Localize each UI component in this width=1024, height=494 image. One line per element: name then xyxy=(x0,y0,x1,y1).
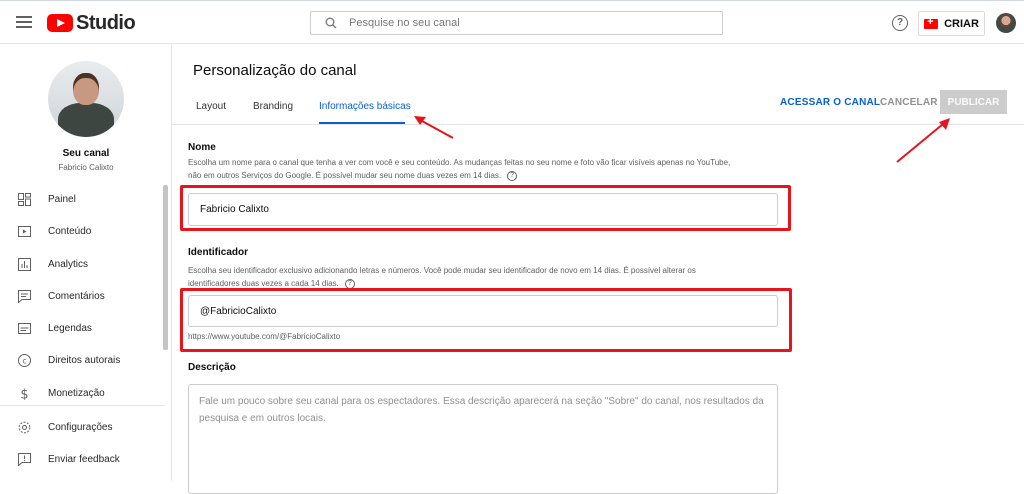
sidebar-item-label: Analytics xyxy=(48,258,89,270)
tabs-divider xyxy=(172,124,1024,125)
sidebar-item-analytics[interactable]: Analytics xyxy=(0,248,165,280)
settings-icon xyxy=(18,421,31,433)
tab-branding[interactable]: Branding xyxy=(253,101,293,112)
create-button[interactable]: CRIAR xyxy=(918,11,985,36)
analytics-icon xyxy=(18,257,31,271)
handle-description-line: Escolha seu identificador exclusivo adic… xyxy=(188,266,696,275)
sidebar-item-label: Painel xyxy=(48,193,76,205)
feedback-icon xyxy=(18,452,31,466)
youtube-logo-icon xyxy=(47,14,73,32)
description-placeholder: Fale um pouco sobre seu canal para os es… xyxy=(199,393,769,427)
search-icon xyxy=(325,17,337,29)
sidebar-item-label: Comentários xyxy=(48,290,105,302)
sidebar: Seu canal Fabricio Calixto Painel Conteú… xyxy=(0,45,172,481)
arrow-to-basic-info-tab xyxy=(414,116,454,139)
subtitles-icon xyxy=(18,322,31,334)
sidebar-item-comments[interactable]: Comentários xyxy=(0,280,165,312)
cancel-button[interactable]: CANCELAR xyxy=(880,97,938,108)
sidebar-divider xyxy=(0,405,165,406)
channel-avatar[interactable] xyxy=(48,61,124,137)
highlight-box xyxy=(180,288,792,352)
tab-basic-info[interactable]: Informações básicas xyxy=(319,101,411,112)
publish-button[interactable]: PUBLICAR xyxy=(940,90,1007,114)
sidebar-item-subtitles[interactable]: Legendas xyxy=(0,312,165,344)
sidebar-item-label: Legendas xyxy=(48,322,92,334)
sidebar-item-label: Enviar feedback xyxy=(48,453,120,465)
svg-text:c: c xyxy=(22,356,26,365)
sidebar-item-label: Conteúdo xyxy=(48,225,92,237)
menu-icon[interactable] xyxy=(16,15,32,29)
view-channel-button[interactable]: ACESSAR O CANAL xyxy=(780,97,880,108)
highlight-box xyxy=(180,185,791,231)
name-description-line: Escolha um nome para o canal que tenha a… xyxy=(188,158,731,167)
sidebar-scrollbar[interactable] xyxy=(163,185,168,350)
sidebar-item-label: Configurações xyxy=(48,421,113,433)
channel-title: Seu canal xyxy=(62,148,110,159)
name-description-line: não em outros Serviços do Google. É poss… xyxy=(188,169,788,182)
sidebar-item-content[interactable]: Conteúdo xyxy=(0,215,165,247)
handle-section-description: Escolha seu identificador exclusivo adic… xyxy=(188,264,788,290)
sidebar-item-settings[interactable]: Configurações xyxy=(0,411,165,443)
tab-layout[interactable]: Layout xyxy=(196,101,226,112)
page-title: Personalização do canal xyxy=(193,62,357,79)
help-icon[interactable]: ? xyxy=(892,15,908,31)
sidebar-item-feedback[interactable]: Enviar feedback xyxy=(0,443,165,475)
studio-logo[interactable]: Studio xyxy=(47,11,136,34)
placeholder-line: Fale um pouco sobre seu canal para os es… xyxy=(199,396,764,407)
sidebar-item-label: Monetização xyxy=(48,387,105,399)
channel-name: Fabricio Calixto xyxy=(58,163,114,172)
sidebar-item-label: Direitos autorais xyxy=(48,354,121,366)
handle-section-title: Identificador xyxy=(188,247,249,258)
dashboard-icon xyxy=(18,192,31,206)
comments-icon xyxy=(18,289,31,303)
content-icon xyxy=(18,225,31,237)
sidebar-item-dashboard[interactable]: Painel xyxy=(0,183,165,215)
create-video-icon xyxy=(924,16,939,29)
account-avatar[interactable] xyxy=(996,13,1016,33)
placeholder-line: pesquisa e em outros locais. xyxy=(199,413,326,424)
name-section-title: Nome xyxy=(188,142,216,153)
svg-text:$: $ xyxy=(20,387,28,400)
name-section-description: Escolha um nome para o canal que tenha a… xyxy=(188,156,788,182)
help-icon[interactable]: ? xyxy=(507,170,518,181)
logo-text: Studio xyxy=(76,11,136,34)
monetization-icon: $ xyxy=(20,387,28,400)
sidebar-item-copyright[interactable]: c Direitos autorais xyxy=(0,344,165,376)
description-section-title: Descrição xyxy=(188,362,236,373)
copyright-icon: c xyxy=(18,353,31,367)
top-bar: Studio ? CRIAR xyxy=(0,0,1024,44)
search-box[interactable] xyxy=(310,11,723,35)
create-label: CRIAR xyxy=(944,17,979,30)
search-input[interactable] xyxy=(349,17,689,29)
